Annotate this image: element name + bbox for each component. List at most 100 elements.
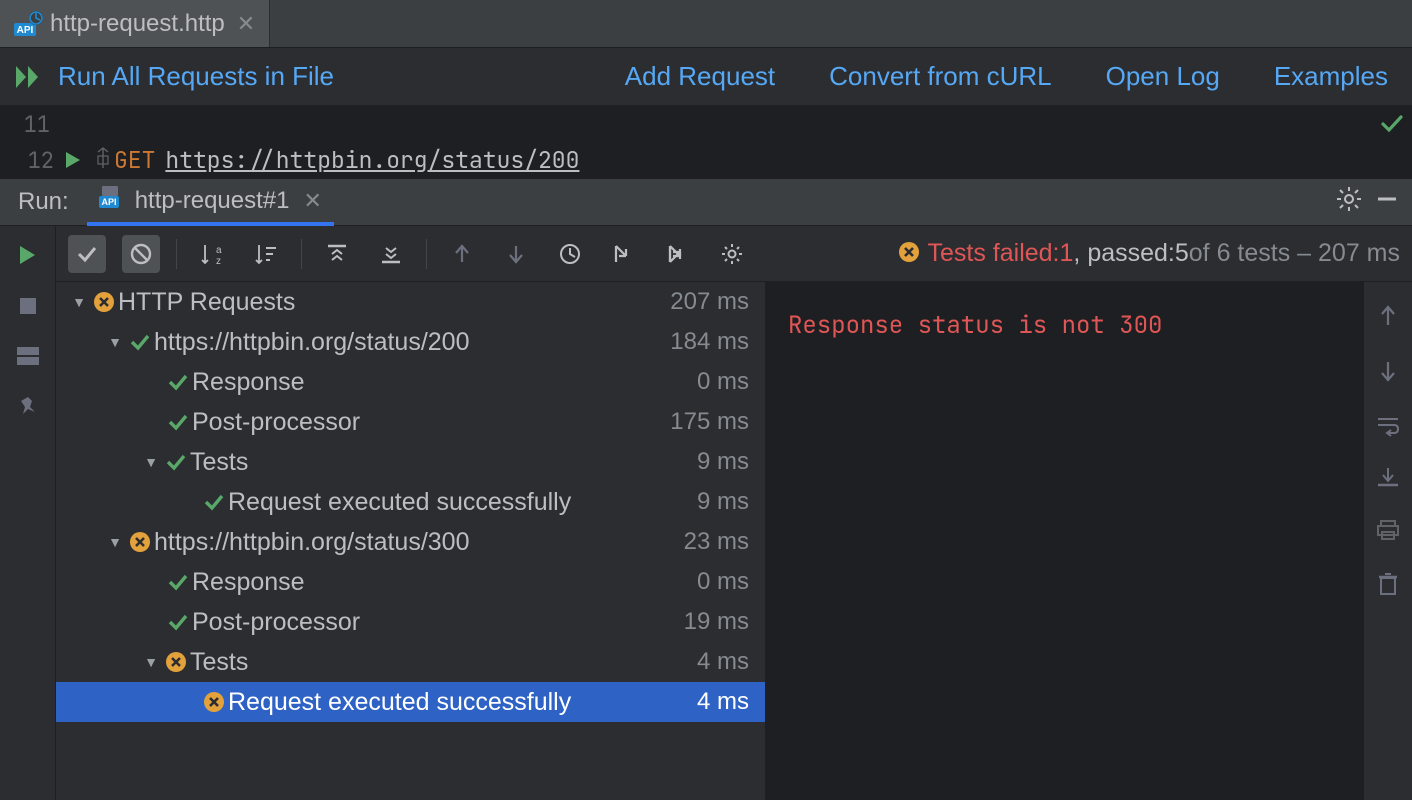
fail-status-icon (126, 531, 154, 553)
http-method: GET (114, 145, 155, 175)
tree-node-tests[interactable]: ▼ Tests 9 ms (56, 442, 765, 482)
down-arrow-icon[interactable] (1378, 359, 1398, 390)
rerun-icon[interactable] (17, 244, 39, 273)
pass-status-icon (200, 491, 228, 513)
fail-status-icon (162, 651, 190, 673)
layout-icon[interactable] (16, 345, 40, 373)
editor-gutter: 11 12 (0, 106, 90, 178)
inspection-indicator[interactable] (1372, 106, 1412, 136)
editor-action-bar: Run All Requests in File Add Request Con… (0, 48, 1412, 106)
tree-node-time: 0 ms (697, 368, 749, 396)
tree-node-root[interactable]: ▼ HTTP Requests 207 ms (56, 282, 765, 322)
tree-node-response[interactable]: Response 0 ms (56, 362, 765, 402)
chevron-down-icon[interactable]: ▼ (140, 454, 162, 470)
http-url[interactable]: https://httpbin.org/status/200 (165, 145, 579, 175)
tree-node-time: 0 ms (697, 568, 749, 596)
export-tests-icon[interactable] (659, 235, 697, 273)
code-area[interactable]: GET https://httpbin.org/status/200 (90, 106, 1372, 178)
scroll-to-end-icon[interactable] (1376, 466, 1400, 495)
run-tab-name: http-request#1 (135, 187, 290, 215)
test-history-icon[interactable] (551, 235, 589, 273)
print-icon[interactable] (1376, 519, 1400, 548)
test-tree[interactable]: ▼ HTTP Requests 207 ms ▼ https://httpbin… (56, 282, 766, 800)
tree-node-tests[interactable]: ▼ Tests 4 ms (56, 642, 765, 682)
tests-failed-count: 1 (1060, 239, 1074, 268)
sort-alpha-icon[interactable]: az (193, 235, 231, 273)
tree-node-label: https://httpbin.org/status/200 (154, 328, 670, 357)
run-all-requests-link[interactable]: Run All Requests in File (58, 61, 334, 92)
tree-node-time: 19 ms (684, 608, 749, 636)
test-output[interactable]: Response status is not 300 (766, 282, 1364, 800)
tree-node-request-200[interactable]: ▼ https://httpbin.org/status/200 184 ms (56, 322, 765, 362)
tree-node-test-result-failed[interactable]: Request executed successfully 4 ms (56, 682, 765, 722)
tree-node-response[interactable]: Response 0 ms (56, 562, 765, 602)
pass-status-icon (164, 611, 192, 633)
trash-icon[interactable] (1377, 572, 1399, 603)
fold-marker-icon[interactable] (96, 146, 110, 175)
tree-node-time: 207 ms (670, 288, 749, 316)
pass-status-icon (126, 331, 154, 353)
line-number: 12 (28, 146, 54, 175)
editor-tabs: API http-request.http ✕ (0, 0, 1412, 48)
prev-failed-icon[interactable] (443, 235, 481, 273)
error-message: Response status is not 300 (788, 310, 1342, 341)
run-tab-http-request-1[interactable]: API http-request#1 ✕ (87, 180, 334, 226)
run-all-icon[interactable] (14, 64, 44, 90)
tree-node-postprocessor[interactable]: Post-processor 175 ms (56, 402, 765, 442)
chevron-down-icon[interactable]: ▼ (104, 534, 126, 550)
http-file-icon: API (99, 184, 125, 217)
chevron-down-icon[interactable]: ▼ (104, 334, 126, 350)
run-tool-window-header: Run: API http-request#1 ✕ (0, 178, 1412, 226)
tree-node-time: 4 ms (697, 688, 749, 716)
fail-status-icon (90, 291, 118, 313)
test-settings-icon[interactable] (713, 235, 751, 273)
tree-node-label: Post-processor (192, 608, 684, 637)
tree-node-label: Request executed successfully (228, 488, 697, 517)
show-passed-toggle[interactable] (68, 235, 106, 273)
close-tab-icon[interactable]: ✕ (237, 11, 255, 37)
tree-node-test-result[interactable]: Request executed successfully 9 ms (56, 482, 765, 522)
line-number: 11 (24, 110, 50, 139)
run-label: Run: (0, 188, 87, 216)
http-file-icon: API (14, 10, 42, 38)
fail-status-icon (200, 691, 228, 713)
test-summary: Tests failed: 1 , passed: 5 of 6 tests –… (898, 239, 1401, 268)
next-failed-icon[interactable] (497, 235, 535, 273)
chevron-down-icon[interactable]: ▼ (140, 654, 162, 670)
examples-link[interactable]: Examples (1274, 61, 1388, 92)
up-arrow-icon[interactable] (1378, 304, 1398, 335)
tree-node-time: 4 ms (697, 648, 749, 676)
tests-passed-count: 5 (1175, 239, 1189, 268)
run-tool-window-body: az Tests failed: 1 , passed: 5 of 6 test… (0, 226, 1412, 800)
pin-icon[interactable] (17, 395, 39, 424)
chevron-down-icon[interactable]: ▼ (68, 294, 90, 310)
sort-duration-icon[interactable] (247, 235, 285, 273)
tests-passed-label: , passed: (1073, 239, 1174, 268)
tree-node-label: https://httpbin.org/status/300 (154, 528, 684, 557)
gear-icon[interactable] (1336, 186, 1362, 219)
close-run-tab-icon[interactable]: ✕ (303, 188, 321, 214)
collapse-all-icon[interactable] (372, 235, 410, 273)
expand-all-icon[interactable] (318, 235, 356, 273)
pass-status-icon (164, 411, 192, 433)
tree-node-time: 175 ms (670, 408, 749, 436)
tree-node-label: Response (192, 568, 697, 597)
hide-tool-window-icon[interactable] (1376, 188, 1398, 217)
add-request-link[interactable]: Add Request (625, 61, 775, 92)
tree-node-label: Tests (190, 648, 697, 677)
svg-text:API: API (101, 197, 116, 207)
tree-node-postprocessor[interactable]: Post-processor 19 ms (56, 602, 765, 642)
stop-icon[interactable] (18, 295, 38, 323)
tree-node-label: HTTP Requests (118, 288, 670, 317)
test-toolbar: az Tests failed: 1 , passed: 5 of 6 test… (56, 226, 1412, 282)
show-ignored-toggle[interactable] (122, 235, 160, 273)
tree-node-label: Request executed successfully (228, 688, 697, 717)
open-log-link[interactable]: Open Log (1106, 61, 1220, 92)
editor-body: 11 12 GET https://httpbin.org/status/200 (0, 106, 1412, 178)
editor-tab-http-request[interactable]: API http-request.http ✕ (0, 0, 270, 47)
soft-wrap-icon[interactable] (1376, 414, 1400, 442)
import-tests-icon[interactable] (605, 235, 643, 273)
convert-curl-link[interactable]: Convert from cURL (829, 61, 1052, 92)
run-gutter-icon[interactable] (64, 151, 82, 169)
tree-node-request-300[interactable]: ▼ https://httpbin.org/status/300 23 ms (56, 522, 765, 562)
